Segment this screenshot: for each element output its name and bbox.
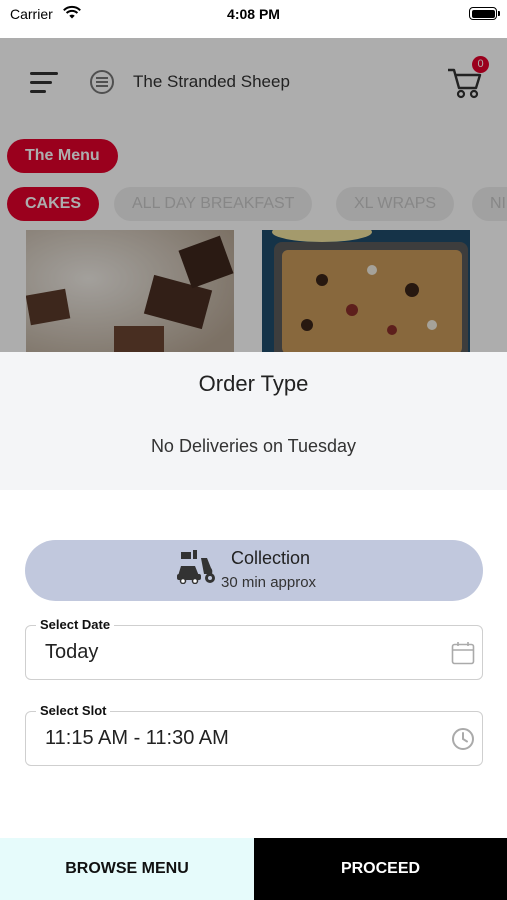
modal-header: Order Type No Deliveries on Tuesday — [0, 352, 507, 490]
delivery-notice: No Deliveries on Tuesday — [150, 436, 357, 456]
collection-car-icon — [177, 550, 215, 584]
select-slot-label: Select Slot — [36, 703, 111, 718]
status-bar: Carrier 4:08 PM — [0, 0, 507, 30]
battery-icon — [469, 7, 500, 20]
collection-label: Collection — [231, 548, 311, 568]
modal-title: Order Type — [198, 371, 309, 396]
select-slot-value: 11:15 AM - 11:30 AM — [45, 727, 229, 749]
select-date-label: Select Date — [36, 617, 115, 632]
background-overlay[interactable] — [0, 38, 507, 352]
calendar-icon[interactable] — [451, 641, 475, 665]
select-slot-field[interactable]: Select Slot 11:15 AM - 11:30 AM — [25, 703, 483, 766]
clock-icon[interactable] — [451, 727, 475, 751]
collection-time: 30 min approx — [221, 574, 317, 591]
browse-menu-button[interactable]: BROWSE MENU — [0, 838, 254, 900]
collection-option-button[interactable]: Collection 30 min approx — [25, 540, 483, 601]
select-date-field[interactable]: Select Date Today — [25, 617, 483, 680]
proceed-button[interactable]: PROCEED — [254, 838, 507, 900]
status-time: 4:08 PM — [227, 6, 280, 22]
order-type-modal: Order Type No Deliveries on Tuesday Coll… — [0, 352, 507, 838]
bottom-action-bar: BROWSE MENU PROCEED — [0, 838, 507, 900]
select-date-value: Today — [45, 641, 99, 663]
